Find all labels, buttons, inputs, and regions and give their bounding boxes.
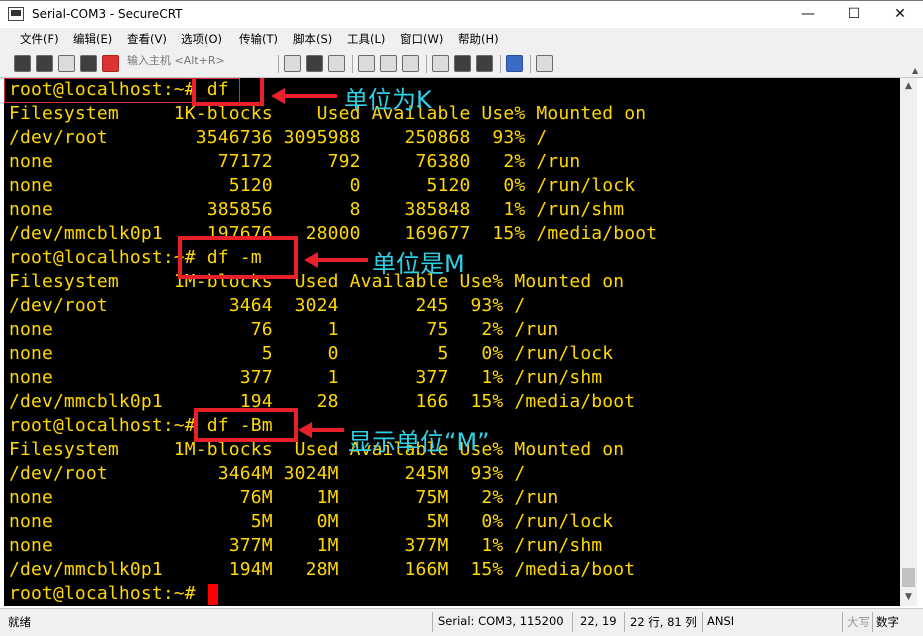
toolbar-overflow-icon[interactable]: ▲	[912, 66, 918, 75]
terminal-output: root@localhost:~# df Filesystem 1K-block…	[9, 78, 657, 606]
annotation-label-bm: 显示单位“M”	[348, 428, 490, 456]
copy-paste-icon[interactable]	[328, 55, 345, 72]
terminal-window[interactable]: root@localhost:~# df Filesystem 1K-block…	[4, 78, 900, 606]
terminal-line: Filesystem 1M-blocks Used Available Use%…	[9, 271, 625, 292]
status-bar: 就绪 Serial: COM3, 115200 22, 19 22 行, 81 …	[0, 608, 923, 636]
menu-file[interactable]: 文件(F)	[20, 31, 59, 47]
sftp-icon[interactable]	[536, 55, 553, 72]
status-separator	[432, 612, 433, 632]
reconnect-icon[interactable]	[80, 55, 97, 72]
highlight-box-df-m	[178, 236, 298, 279]
terminal-line: root@localhost:~# df -Bm	[9, 415, 273, 436]
print-icon[interactable]	[402, 55, 419, 72]
paste-icon[interactable]	[306, 55, 323, 72]
status-separator	[872, 612, 873, 632]
status-caps: 大写	[847, 615, 870, 629]
menu-view[interactable]: 查看(V)	[127, 31, 167, 47]
session-options-icon[interactable]	[432, 55, 449, 72]
terminal-line: none 76M 1M 75M 2% /run	[9, 487, 559, 508]
menu-script[interactable]: 脚本(S)	[293, 31, 332, 47]
menu-tools[interactable]: 工具(L)	[347, 31, 385, 47]
minimize-button[interactable]: —	[785, 1, 831, 29]
find-icon[interactable]	[358, 55, 375, 72]
terminal-line: none 385856 8 385848 1% /run/shm	[9, 199, 625, 220]
terminal-line: /dev/mmcblk0p1 197676 28000 169677 15% /…	[9, 223, 658, 244]
annotation-label-k: 单位为K	[344, 86, 432, 114]
status-separator	[842, 612, 843, 632]
terminal-line: Filesystem 1K-blocks Used Available Use%…	[9, 103, 647, 124]
annotation-arrow	[298, 422, 344, 438]
toolbar-separator	[352, 55, 353, 73]
terminal-line: none 77172 792 76380 2% /run	[9, 151, 581, 172]
global-options-icon[interactable]	[454, 55, 471, 72]
menu-transfer[interactable]: 传输(T)	[239, 31, 278, 47]
annotation-arrow	[304, 252, 368, 268]
print-setup-icon[interactable]	[380, 55, 397, 72]
scroll-down-icon[interactable]: ▼	[900, 589, 917, 606]
annotation-label-m: 单位是M	[372, 250, 465, 278]
quick-connect-icon[interactable]	[36, 55, 53, 72]
status-num: 数字	[876, 615, 899, 629]
terminal-line: Filesystem 1M-blocks Used Available Use%…	[9, 439, 625, 460]
status-cursor-position: 22, 19	[580, 614, 617, 628]
toolbar-separator	[500, 55, 501, 73]
connect-icon[interactable]	[14, 55, 31, 72]
window-title: Serial-COM3 - SecureCRT	[32, 7, 183, 21]
toolbar-separator	[278, 55, 279, 73]
highlight-box-df-bm	[194, 408, 298, 442]
terminal-cursor	[208, 584, 218, 605]
keymap-icon[interactable]	[476, 55, 493, 72]
status-separator	[702, 612, 703, 632]
menu-window[interactable]: 窗口(W)	[400, 31, 443, 47]
terminal-line: none 5M 0M 5M 0% /run/lock	[9, 511, 614, 532]
terminal-line: /dev/root 3464M 3024M 245M 93% /	[9, 463, 526, 484]
terminal-line: /dev/mmcblk0p1 194M 28M 166M 15% /media/…	[9, 559, 636, 580]
securecrt-app-icon	[8, 7, 24, 21]
copy-icon[interactable]	[284, 55, 301, 72]
scroll-up-icon[interactable]: ▲	[900, 78, 917, 95]
toolbar-separator	[426, 55, 427, 73]
status-separator	[624, 612, 625, 632]
terminal-line: /dev/root 3546736 3095988 250868 93% /	[9, 127, 548, 148]
menu-options[interactable]: 选项(O)	[181, 31, 222, 47]
status-separator	[572, 612, 573, 632]
help-icon[interactable]	[506, 55, 523, 72]
status-encoding: ANSI	[707, 614, 735, 628]
terminal-line: /dev/mmcblk0p1 194 28 166 15% /media/boo…	[9, 391, 636, 412]
status-ready: 就绪	[8, 615, 31, 629]
scroll-thumb[interactable]	[902, 568, 915, 587]
vertical-scrollbar[interactable]: ▲ ▼	[900, 78, 917, 606]
toolbar-separator	[530, 55, 531, 73]
terminal-line: none 5120 0 5120 0% /run/lock	[9, 175, 636, 196]
highlight-box-df	[192, 78, 264, 106]
terminal-line: none 377M 1M 377M 1% /run/shm	[9, 535, 603, 556]
session-icon[interactable]	[58, 55, 75, 72]
annotation-arrow	[271, 88, 337, 104]
quick-connect-input[interactable]: 输入主机 <Alt+R>	[123, 52, 273, 70]
status-size: 22 行, 81 列	[630, 615, 697, 629]
terminal-line: none 5 0 5 0% /run/lock	[9, 343, 614, 364]
terminal-line: /dev/root 3464 3024 245 93% /	[9, 295, 526, 316]
maximize-button[interactable]: ☐	[831, 1, 877, 29]
status-serial: Serial: COM3, 115200	[438, 614, 564, 628]
menu-bar: 文件(F) 编辑(E) 查看(V) 选项(O) 传输(T) 脚本(S) 工具(L…	[0, 28, 923, 50]
terminal-line: root@localhost:~#	[9, 583, 207, 604]
close-button[interactable]: ✕	[877, 1, 923, 29]
menu-edit[interactable]: 编辑(E)	[73, 31, 112, 47]
title-bar: Serial-COM3 - SecureCRT — ☐ ✕	[0, 0, 923, 28]
menu-help[interactable]: 帮助(H)	[458, 31, 499, 47]
disconnect-icon[interactable]	[102, 55, 119, 72]
terminal-line: none 377 1 377 1% /run/shm	[9, 367, 603, 388]
terminal-line: none 76 1 75 2% /run	[9, 319, 559, 340]
